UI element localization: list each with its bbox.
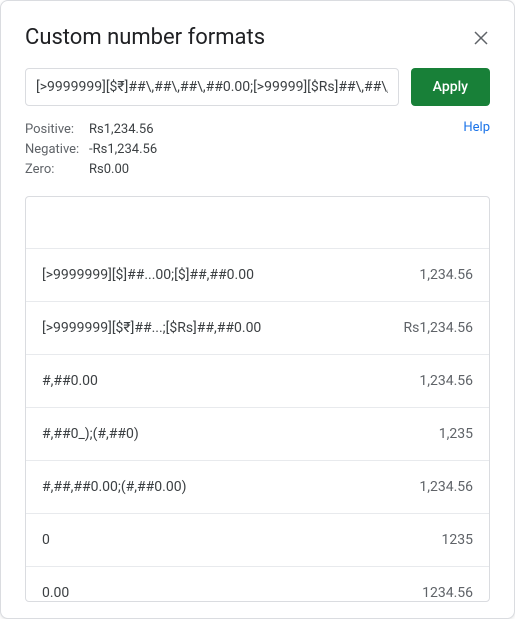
- format-sample: 1,235: [427, 426, 473, 442]
- preview-zero-label: Zero:: [25, 160, 89, 180]
- help-link[interactable]: Help: [463, 120, 490, 135]
- preview-zero-row: Zero: Rs0.00: [25, 160, 490, 180]
- dialog-title: Custom number formats: [25, 25, 265, 50]
- format-row[interactable]: [>9999999][$₹]##...;[$Rs]##,##0.00 Rs1,23…: [26, 302, 489, 355]
- format-row[interactable]: #,##0.00 1,234.56: [26, 355, 489, 408]
- format-pattern: [>9999999][$]##...00;[$]##,##0.00: [42, 267, 254, 283]
- format-row[interactable]: 0.00 1234.56: [26, 567, 489, 601]
- format-pattern: #,##0_);(#,##0): [42, 426, 139, 442]
- preview-positive-value: Rs1,234.56: [89, 120, 154, 140]
- format-pattern: #,##,##0.00;(#,##0.00): [42, 479, 186, 495]
- format-list-scroll[interactable]: [>9999999][$]##...00;[$]##,##0.00 1,234.5…: [26, 197, 489, 601]
- format-sample: 1234.56: [410, 585, 473, 601]
- format-pattern: 0.00: [42, 585, 69, 601]
- preview-positive-row: Positive: Rs1,234.56: [25, 120, 490, 140]
- preview-positive-label: Positive:: [25, 120, 89, 140]
- custom-number-formats-dialog: Custom number formats Apply Help Positiv…: [0, 0, 515, 619]
- format-sample: 1,234.56: [407, 373, 473, 389]
- format-pattern: [>9999999][$₹]##...;[$Rs]##,##0.00: [42, 320, 261, 336]
- format-row[interactable]: [>9999999][$]##...00;[$]##,##0.00 1,234.5…: [26, 249, 489, 302]
- format-sample: 1,234.56: [407, 267, 473, 283]
- preview-block: Help Positive: Rs1,234.56 Negative: -Rs1…: [1, 120, 514, 186]
- format-input[interactable]: [25, 68, 399, 106]
- format-pattern: #,##0.00: [42, 373, 98, 389]
- format-input-row: Apply: [1, 68, 514, 120]
- format-row[interactable]: 0 1235: [26, 514, 489, 567]
- preview-negative-label: Negative:: [25, 140, 89, 160]
- format-sample: Rs1,234.56: [391, 320, 473, 336]
- preview-negative-row: Negative: -Rs1,234.56: [25, 140, 490, 160]
- close-icon[interactable]: [472, 29, 490, 47]
- dialog-header: Custom number formats: [1, 25, 514, 68]
- apply-button[interactable]: Apply: [411, 68, 490, 106]
- format-row[interactable]: #,##0_);(#,##0) 1,235: [26, 408, 489, 461]
- format-list-container: [>9999999][$]##...00;[$]##,##0.00 1,234.5…: [25, 196, 490, 602]
- format-row[interactable]: #,##,##0.00;(#,##0.00) 1,234.56: [26, 461, 489, 514]
- list-spacer: [26, 197, 489, 249]
- preview-zero-value: Rs0.00: [89, 160, 129, 180]
- preview-negative-value: -Rs1,234.56: [89, 140, 157, 160]
- format-sample: 1,234.56: [407, 479, 473, 495]
- format-sample: 1235: [430, 532, 473, 548]
- format-pattern: 0: [42, 532, 50, 548]
- format-list: [>9999999][$]##...00;[$]##,##0.00 1,234.5…: [26, 249, 489, 601]
